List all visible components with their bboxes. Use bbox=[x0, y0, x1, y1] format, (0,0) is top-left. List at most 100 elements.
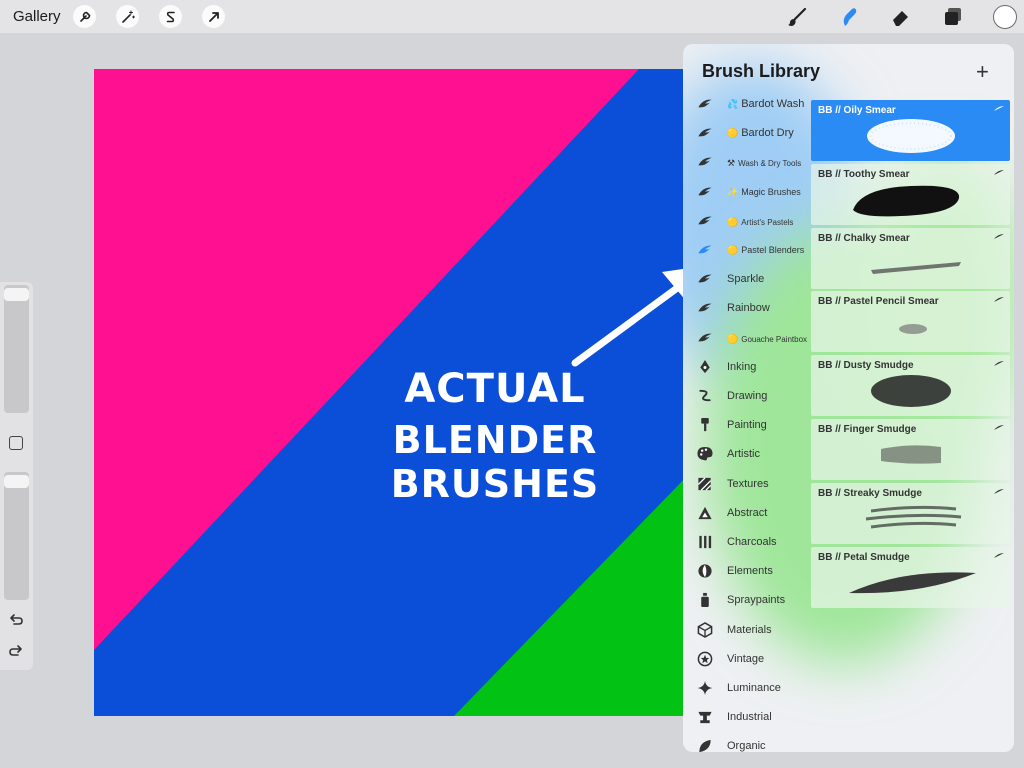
category-name: Materials bbox=[727, 623, 772, 636]
category-label: Industrial bbox=[727, 711, 772, 723]
category-icon bbox=[696, 359, 714, 375]
category-icon bbox=[696, 446, 714, 462]
brush-bb-toothy-smear[interactable]: BB // Toothy Smear bbox=[811, 163, 1010, 225]
brush-name: BB // Finger Smudge bbox=[818, 424, 917, 435]
brush-stroke-preview bbox=[871, 375, 951, 408]
category-name: Magic Brushes bbox=[741, 186, 801, 197]
wrench-icon[interactable] bbox=[73, 5, 96, 28]
category-name: Painting bbox=[727, 419, 767, 432]
category-icon bbox=[696, 184, 714, 200]
brush-bb-dusty-smudge[interactable]: BB // Dusty Smudge bbox=[811, 355, 1010, 417]
transform-arrow-icon[interactable] bbox=[202, 5, 225, 28]
category-label: 🟡 Gouache Paintbox bbox=[727, 334, 807, 345]
category-elements[interactable]: Elements bbox=[683, 557, 811, 586]
category-rainbow[interactable]: Rainbow bbox=[683, 294, 811, 323]
category-luminance[interactable]: Luminance bbox=[683, 674, 811, 703]
category-charcoals[interactable]: Charcoals bbox=[683, 528, 811, 557]
brush-name: BB // Streaky Smudge bbox=[818, 487, 922, 499]
brush-bb-streaky-smudge[interactable]: BB // Streaky Smudge bbox=[811, 482, 1010, 544]
smudge-icon[interactable] bbox=[836, 4, 862, 30]
category-industrial[interactable]: Industrial bbox=[683, 703, 811, 732]
opacity-slider[interactable] bbox=[4, 472, 29, 600]
category-wash-dry-tools[interactable]: ⚒ Wash & Dry Tools bbox=[683, 148, 811, 177]
gallery-button[interactable]: Gallery bbox=[13, 8, 61, 25]
category-prefix: 🟡 bbox=[727, 245, 739, 255]
category-name: Rainbow bbox=[727, 302, 770, 315]
add-brush-button[interactable]: + bbox=[976, 59, 989, 85]
category-label: 🟡 Artist's Pastels bbox=[727, 217, 793, 228]
category-organic[interactable]: Organic bbox=[683, 732, 811, 752]
brush-name: BB // Chalky Smear bbox=[818, 232, 910, 244]
category-label: Painting bbox=[727, 419, 767, 431]
brush-size-slider[interactable] bbox=[4, 285, 29, 413]
category-label: Rainbow bbox=[727, 302, 770, 314]
category-icon bbox=[696, 388, 714, 404]
category-icon bbox=[696, 154, 714, 170]
brush-stroke-preview bbox=[853, 185, 960, 217]
category-drawing[interactable]: Drawing bbox=[683, 382, 811, 411]
category-icon bbox=[696, 680, 714, 696]
category-name: Pastel Blenders bbox=[741, 245, 805, 255]
category-artist-s-pastels[interactable]: 🟡 Artist's Pastels bbox=[683, 207, 811, 236]
category-name: Wash & Dry Tools bbox=[738, 159, 802, 169]
category-inking[interactable]: Inking bbox=[683, 353, 811, 382]
category-pastel-blenders[interactable]: 🟡 Pastel Blenders bbox=[683, 236, 811, 265]
category-name: Inking bbox=[727, 360, 757, 373]
brush-bb-petal-smudge[interactable]: BB // Petal Smudge bbox=[811, 546, 1010, 608]
category-icon bbox=[696, 651, 714, 667]
category-label: Inking bbox=[727, 361, 756, 373]
category-sparkle[interactable]: Sparkle bbox=[683, 265, 811, 294]
category-prefix: 💦 bbox=[727, 99, 739, 109]
category-icon bbox=[696, 476, 714, 492]
paintbrush-icon[interactable] bbox=[784, 4, 810, 30]
category-textures[interactable]: Textures bbox=[683, 470, 811, 499]
undo-icon[interactable] bbox=[8, 612, 24, 628]
category-painting[interactable]: Painting bbox=[683, 411, 811, 440]
category-icon bbox=[696, 621, 714, 638]
brush-bb-oily-smear[interactable]: BB // Oily Smear bbox=[811, 100, 1010, 161]
category-name: Luminance bbox=[727, 682, 781, 694]
color-swatch[interactable] bbox=[993, 5, 1017, 29]
brush-stroke-preview bbox=[871, 261, 961, 274]
category-abstract[interactable]: Abstract bbox=[683, 499, 811, 528]
category-spraypaints[interactable]: Spraypaints bbox=[683, 586, 811, 615]
selection-s-icon[interactable] bbox=[159, 5, 182, 28]
category-label: Luminance bbox=[727, 682, 781, 694]
category-label: Organic bbox=[727, 740, 766, 752]
category-label: Charcoals bbox=[727, 536, 777, 548]
category-prefix: 🟡 bbox=[727, 216, 739, 227]
eraser-icon[interactable] bbox=[888, 4, 914, 30]
category-magic-brushes[interactable]: ✨ Magic Brushes bbox=[683, 178, 811, 207]
panel-title: Brush Library bbox=[702, 61, 821, 81]
modify-button[interactable] bbox=[9, 436, 23, 450]
brush-name: BB // Dusty Smudge bbox=[818, 360, 914, 372]
category-label: ⚒ Wash & Dry Tools bbox=[727, 158, 801, 169]
annotation-line-2: BLENDER BRUSHES bbox=[390, 418, 600, 506]
brush-stroke-mark-icon bbox=[994, 425, 1004, 430]
opacity-thumb[interactable] bbox=[4, 475, 29, 488]
brush-name: BB // Toothy Smear bbox=[818, 168, 910, 180]
category-artistic[interactable]: Artistic bbox=[683, 440, 811, 469]
category-materials[interactable]: Materials bbox=[683, 616, 811, 645]
brush-bb-pastel-pencil-smear[interactable]: BB // Pastel Pencil Smear bbox=[811, 291, 1010, 353]
brush-bb-chalky-smear[interactable]: BB // Chalky Smear bbox=[811, 227, 1010, 289]
category-icon bbox=[696, 213, 714, 229]
category-vintage[interactable]: Vintage bbox=[683, 645, 811, 674]
category-name: Sparkle bbox=[727, 273, 765, 286]
layers-icon[interactable] bbox=[940, 4, 966, 30]
category-bardot-dry[interactable]: 🟡 Bardot Dry bbox=[683, 119, 811, 148]
brush-stroke-mark-icon bbox=[994, 488, 1004, 494]
brush-name: BB // Pastel Pencil Smear bbox=[818, 296, 939, 308]
magic-wand-icon[interactable] bbox=[116, 5, 139, 28]
category-name: Charcoals bbox=[727, 536, 777, 548]
category-label: ✨ Magic Brushes bbox=[727, 187, 801, 198]
category-bardot-wash[interactable]: 💦 Bardot Wash bbox=[683, 90, 811, 119]
brush-size-thumb[interactable] bbox=[4, 288, 29, 301]
brush-stroke-preview bbox=[867, 119, 955, 153]
brush-bb-finger-smudge[interactable]: BB // Finger Smudge bbox=[811, 419, 1010, 480]
redo-icon[interactable] bbox=[8, 643, 24, 659]
category-label: 🟡 Bardot Dry bbox=[727, 127, 794, 139]
category-icon bbox=[696, 271, 714, 287]
category-icon bbox=[696, 592, 714, 608]
category-gouache-paintbox[interactable]: 🟡 Gouache Paintbox bbox=[683, 324, 811, 353]
